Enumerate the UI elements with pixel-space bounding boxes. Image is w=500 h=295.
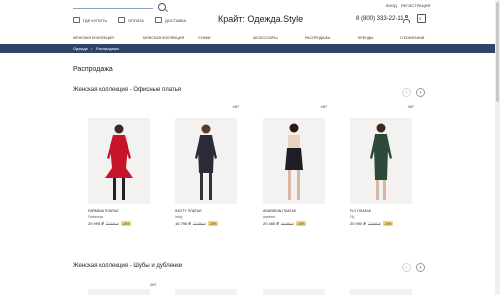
nav-item-sale[interactable]: РАСПРОДАЖА [305, 36, 330, 40]
nav-item-women[interactable]: ЖЕНСКАЯ КОЛЛЕКЦИЯ [73, 36, 114, 40]
price: 20 480 ₽ [263, 221, 279, 226]
product-name[interactable]: FLY ПЛАТЬЕ [350, 209, 371, 213]
breadcrumb-item-clothing[interactable]: Одежда [73, 46, 88, 51]
old-price: 32 995 ₽ [105, 221, 119, 226]
chevron-right-icon: › [419, 89, 422, 96]
top-bar: ГДЕ КУПИТЬ ОПЛАТА ДОСТАВКА Крайт: Одежда… [0, 0, 500, 35]
discount-badge: -40% [295, 221, 307, 226]
breadcrumb: Одежда › Распродажа [0, 44, 500, 53]
discount-badge: -30% [207, 221, 219, 226]
product-photo[interactable] [350, 289, 412, 295]
product-name[interactable]: ANAREKIN ПЛАТЬЕ [263, 209, 296, 213]
phone-number[interactable]: 8 (800) 333-22-11 [356, 16, 404, 22]
payment-link[interactable]: ОПЛАТА [118, 16, 144, 24]
carousel-prev-button[interactable]: ‹ [402, 263, 411, 272]
price-row: 20 990 ₽ 22 995 ₽ -30% [350, 221, 394, 226]
product-brand: anadrea [263, 215, 275, 219]
product-name[interactable]: INCITY ПЛАТЬЕ [175, 209, 202, 213]
hit-badge: ХИТ [407, 105, 414, 109]
delivery-label: ДОСТАВКА [165, 17, 187, 23]
model-image [285, 123, 303, 200]
breadcrumb-separator: › [91, 46, 93, 51]
shop-icon [73, 17, 80, 23]
carousel-next-button[interactable]: › [416, 263, 425, 272]
product-brand: Incity [175, 215, 183, 219]
price-row: 20 480 ₽ 34 995 ₽ -40% [263, 221, 307, 226]
wallet-icon [118, 17, 125, 23]
price-row: 20 995 ₽ 32 995 ₽ -40% [88, 221, 132, 226]
product-photo[interactable] [88, 118, 150, 204]
price: 16 795 ₽ [175, 221, 191, 226]
page-title: Распродажа [73, 66, 113, 73]
nav-item-accessories[interactable]: АКСЕССУАРЫ [253, 36, 278, 40]
truck-icon [155, 17, 162, 23]
chevron-left-icon: ‹ [405, 264, 408, 271]
delivery-link[interactable]: ДОСТАВКА [155, 16, 186, 24]
nav-item-bags[interactable]: СУМКИ [198, 36, 210, 40]
carousel-next-button[interactable]: › [416, 88, 425, 97]
hit-badge: ХИТ [150, 283, 157, 287]
brand-logo[interactable]: Крайт: Одежда.Style [218, 14, 303, 24]
breadcrumb-item-sale: Распродажа [96, 46, 119, 51]
product-photo[interactable] [175, 118, 237, 204]
model-image [195, 124, 217, 200]
product-photo[interactable] [88, 289, 150, 295]
product-photo[interactable] [350, 118, 412, 204]
model-image [105, 124, 133, 200]
search-input[interactable] [73, 8, 153, 9]
where-to-buy-label: ГДЕ КУПИТЬ [83, 17, 108, 23]
cart-count: 0 [419, 16, 422, 21]
section-title-coats: Женская коллекция - Шубы и дубленки [73, 263, 183, 269]
scrollbar-thumb[interactable] [496, 2, 499, 102]
product-photo[interactable] [263, 118, 325, 204]
carousel-prev-button[interactable]: ‹ [402, 88, 411, 97]
search-icon[interactable] [158, 3, 166, 11]
product-photo[interactable] [263, 289, 325, 295]
discount-badge: -40% [120, 221, 132, 226]
old-price: 34 995 ₽ [280, 221, 294, 226]
product-brand: Fly [350, 215, 355, 219]
product-brand: Farminova [88, 215, 104, 219]
product-photo[interactable] [175, 289, 237, 295]
section-title-dresses: Женская коллекция - Офисные платья [73, 87, 182, 93]
main-nav: ЖЕНСКАЯ КОЛЛЕКЦИЯ МУЖСКАЯ КОЛЛЕКЦИЯ СУМК… [73, 34, 428, 43]
user-icon[interactable] [403, 15, 410, 23]
old-price: 22 995 ₽ [367, 221, 381, 226]
price: 20 995 ₽ [88, 221, 104, 226]
hit-badge: ХИТ [232, 105, 239, 109]
nav-item-brands[interactable]: БРЕНДЫ [358, 36, 373, 40]
nav-item-men[interactable]: МУЖСКАЯ КОЛЛЕКЦИЯ [143, 36, 184, 40]
chevron-right-icon: › [419, 264, 422, 271]
price: 20 990 ₽ [350, 221, 366, 226]
chevron-left-icon: ‹ [405, 89, 408, 96]
register-link[interactable]: РЕГИСТРАЦИЯ [401, 3, 430, 8]
old-price: 22 995 ₽ [192, 221, 206, 226]
payment-label: ОПЛАТА [128, 17, 144, 23]
price-row: 16 795 ₽ 22 995 ₽ -30% [175, 221, 219, 226]
product-name[interactable]: FARMINA ПЛАТЬЕ [88, 209, 119, 213]
model-image [370, 123, 392, 200]
login-link[interactable]: ВХОД [386, 3, 397, 8]
where-to-buy-link[interactable]: ГДЕ КУПИТЬ [73, 16, 107, 24]
nav-item-about[interactable]: О КОМПАНИИ [400, 36, 424, 40]
hit-badge: ХИТ [320, 105, 327, 109]
discount-badge: -30% [382, 221, 394, 226]
